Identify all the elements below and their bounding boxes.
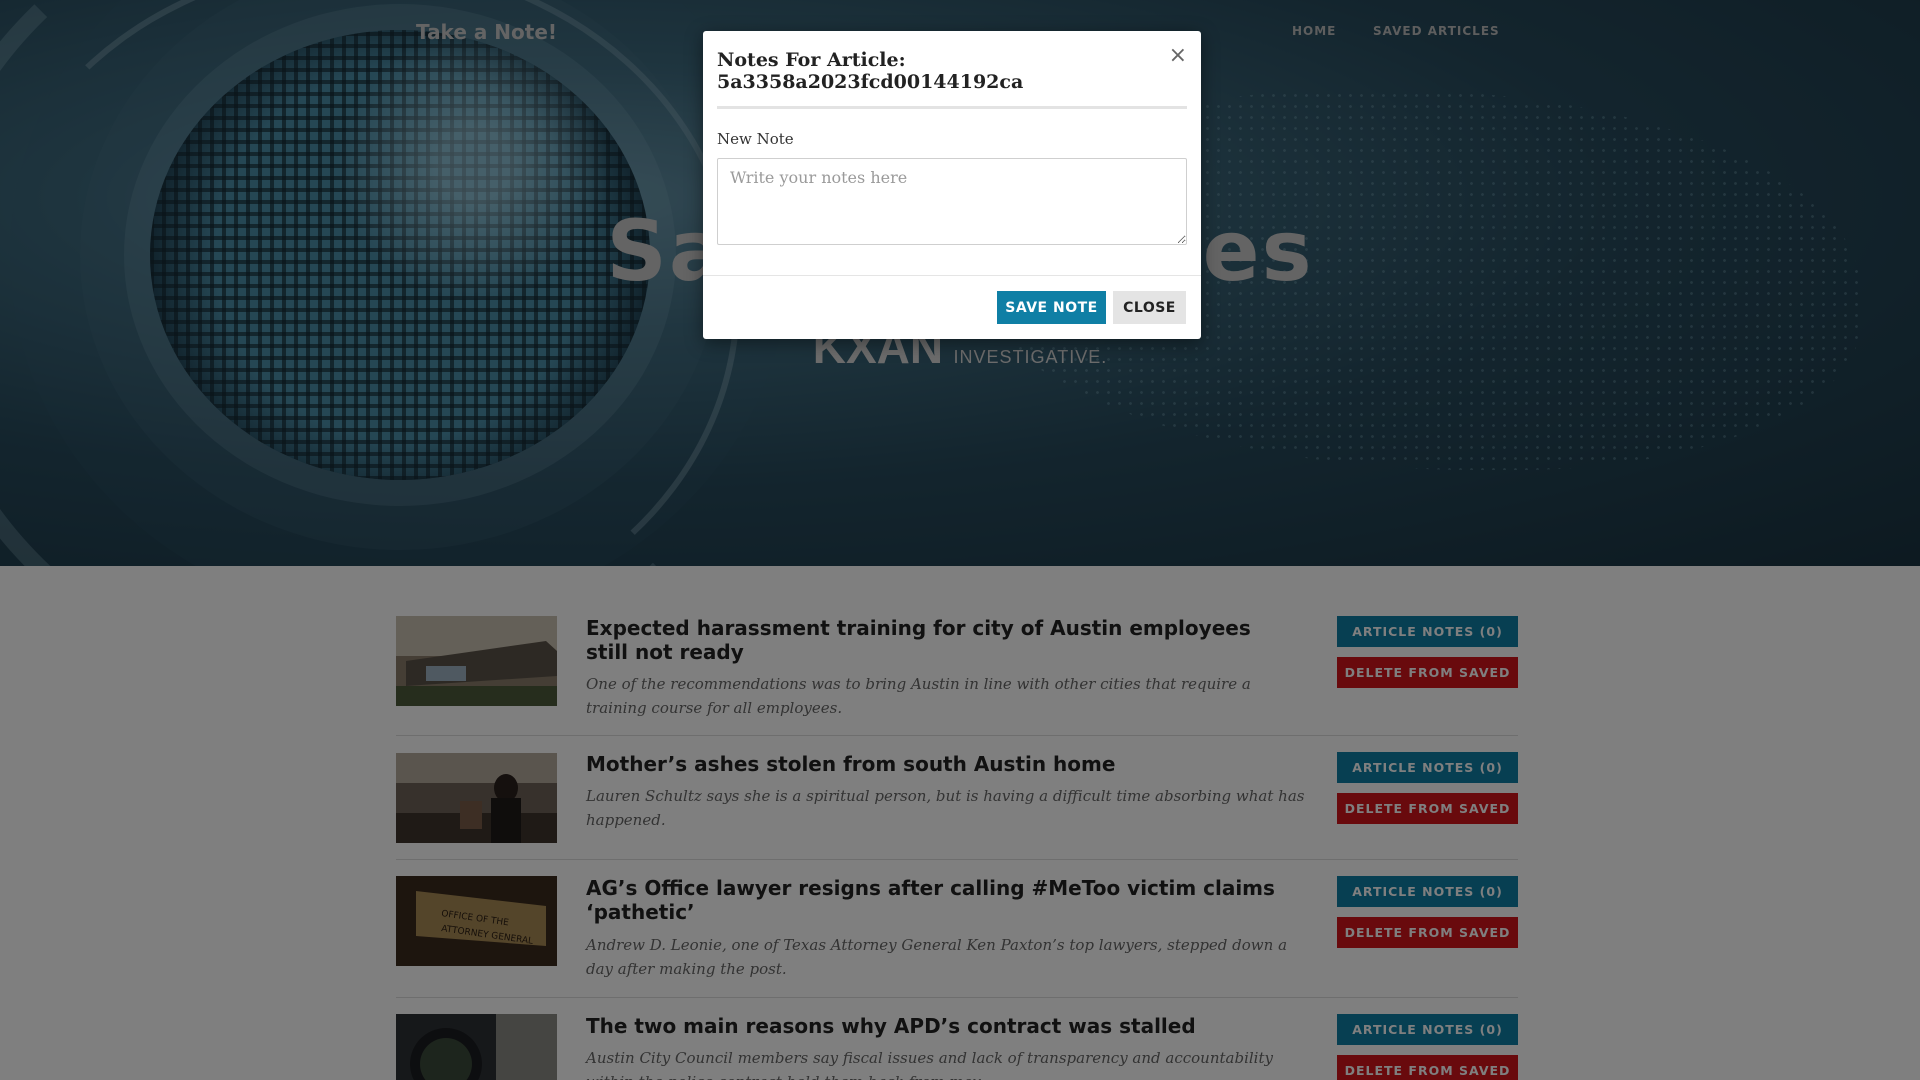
modal-footer-divider	[703, 275, 1201, 276]
new-note-label: New Note	[717, 130, 794, 148]
close-icon[interactable]: ×	[1169, 45, 1187, 67]
modal-divider	[717, 106, 1187, 109]
modal-title: Notes For Article: 5a3358a2023fcd0014419…	[717, 49, 1024, 93]
notes-modal: Notes For Article: 5a3358a2023fcd0014419…	[703, 31, 1201, 339]
save-note-button[interactable]: SAVE NOTE	[997, 291, 1106, 324]
close-button[interactable]: CLOSE	[1113, 291, 1186, 324]
note-textarea[interactable]	[717, 158, 1187, 245]
